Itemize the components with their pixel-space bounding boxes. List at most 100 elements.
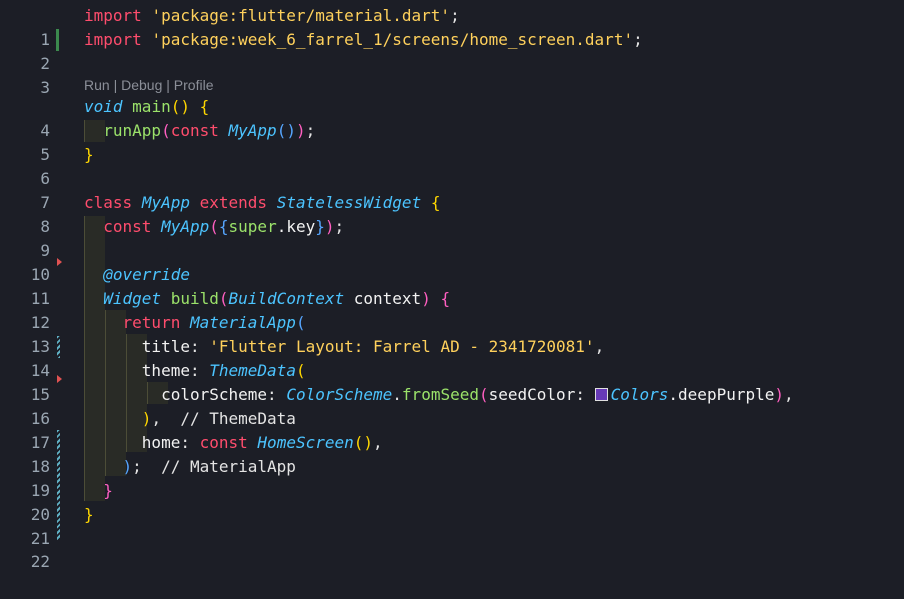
closing-label-comment: // MaterialApp [161,457,296,476]
code-line[interactable]: 18 home: const HomeScreen(), [0,431,904,476]
type-name: ColorScheme [286,385,393,404]
bracket: } [103,481,113,500]
code-line[interactable]: 13 return MaterialApp( [0,311,904,356]
code-line[interactable]: 11 @override [0,263,904,308]
keyword: import [84,6,142,25]
bracket: ) [141,409,152,428]
code-line[interactable]: 2 import 'package:week_6_farrel_1/screen… [0,28,904,73]
punctuation: ; [132,457,142,476]
bracket: ) [295,121,306,140]
bracket: ( [161,121,171,140]
punctuation: , [784,385,794,404]
code-line[interactable]: 20 } [0,479,904,524]
run-codelens[interactable]: Run [84,77,110,93]
punctuation: : [575,385,585,404]
type-name: MyApp [161,217,210,236]
punctuation: ; [334,217,345,236]
bracket: ) [324,217,335,236]
code-line[interactable]: 3 [0,52,904,97]
string-literal: 'package:week_6_farrel_1/screens/home_sc… [151,30,634,49]
punctuation: , [373,433,383,452]
bracket: ( [218,289,229,308]
keyword: extends [199,193,268,212]
function-name: fromSeed [401,385,479,404]
punctuation: . [392,385,402,404]
type-name: BuildContext [228,289,345,308]
code-line[interactable]: 7 [0,167,904,212]
type-name: MyApp [228,121,277,140]
code-line[interactable]: 8 class MyApp extends StatelessWidget { [0,191,904,236]
code-line[interactable]: 9 const MyApp({super.key}); [0,215,904,260]
punctuation: : [189,337,200,356]
keyword: class [84,193,133,212]
bracket: ( [295,361,306,380]
color-swatch-icon[interactable] [594,388,608,401]
code-line[interactable]: 6 } [0,143,904,188]
line-number: 22 [30,552,50,571]
code-line[interactable]: 10 [0,239,904,284]
code-line[interactable]: 1 import 'package:flutter/material.dart'… [0,4,904,49]
bracket: } [315,217,325,236]
keyword: import [84,30,142,49]
code-line[interactable]: 4 void main() { [0,95,904,140]
code-line[interactable]: 19 ); // MaterialApp [0,455,904,500]
param-name: theme [141,361,190,380]
param-name: title [141,337,190,356]
param-name: seedColor [488,385,576,404]
function-name: runApp [103,121,162,140]
profile-codelens[interactable]: Profile [174,77,214,93]
punctuation: ; [633,30,643,49]
codelens-separator: | [109,77,122,93]
bracket: ( [209,217,219,236]
code-line[interactable]: 21 } [0,503,904,548]
code-line[interactable]: 15 theme: ThemeData( [0,359,904,404]
code-line[interactable]: 12 Widget build(BuildContext context) { [0,287,904,332]
punctuation: : [267,385,277,404]
punctuation: ; [305,121,316,140]
bracket: ) [122,457,133,476]
code-line[interactable]: 16 colorScheme: ColorScheme.fromSeed(see… [0,383,904,428]
punctuation: ; [450,6,460,25]
type-name: Colors [610,385,669,404]
keyword-super: super [228,217,277,236]
code-line[interactable]: 22 [0,526,904,571]
bracket: () [353,433,374,452]
keyword: const [170,121,219,140]
closing-label-comment: // ThemeData [180,409,296,428]
type-name: MyApp [141,193,190,212]
string-literal: 'package:flutter/material.dart' [151,6,451,25]
annotation: @override [103,265,190,284]
string-literal: 'Flutter Layout: Farrel AD - 2341720081' [209,337,595,356]
punctuation: , [594,337,605,356]
bracket: { [440,289,451,308]
param-name: colorScheme [161,385,268,404]
punctuation: , [151,409,162,428]
bracket: ( [295,313,306,332]
bracket: { [199,97,210,116]
identifier: .deepPurple [668,385,775,404]
keyword: return [122,313,181,332]
codelens-separator: | [162,77,174,93]
type-name: HomeScreen [257,433,354,452]
type-name: MaterialApp [189,313,296,332]
bracket: } [84,505,94,524]
code-editor[interactable]: 1 import 'package:flutter/material.dart'… [0,0,904,571]
bracket: () [276,121,296,140]
bracket: { [430,193,441,212]
punctuation: : [189,361,200,380]
param-name: home [141,433,181,452]
bracket: ) [421,289,431,308]
code-lens: Run | Debug | Profile [84,75,213,95]
debug-codelens[interactable]: Debug [121,77,162,93]
keyword: const [199,433,248,452]
keyword: const [103,217,152,236]
type-name: Widget [103,289,162,308]
bracket: { [218,217,229,236]
type-name: StatelessWidget [276,193,422,212]
identifier: .key [276,217,316,236]
code-line[interactable]: 14 title: 'Flutter Layout: Farrel AD - 2… [0,335,904,380]
code-line[interactable]: 5 runApp(const MyApp()); [0,119,904,164]
type-name: ThemeData [209,361,296,380]
code-line[interactable]: 17 ), // ThemeData [0,407,904,452]
function-name: build [170,289,219,308]
